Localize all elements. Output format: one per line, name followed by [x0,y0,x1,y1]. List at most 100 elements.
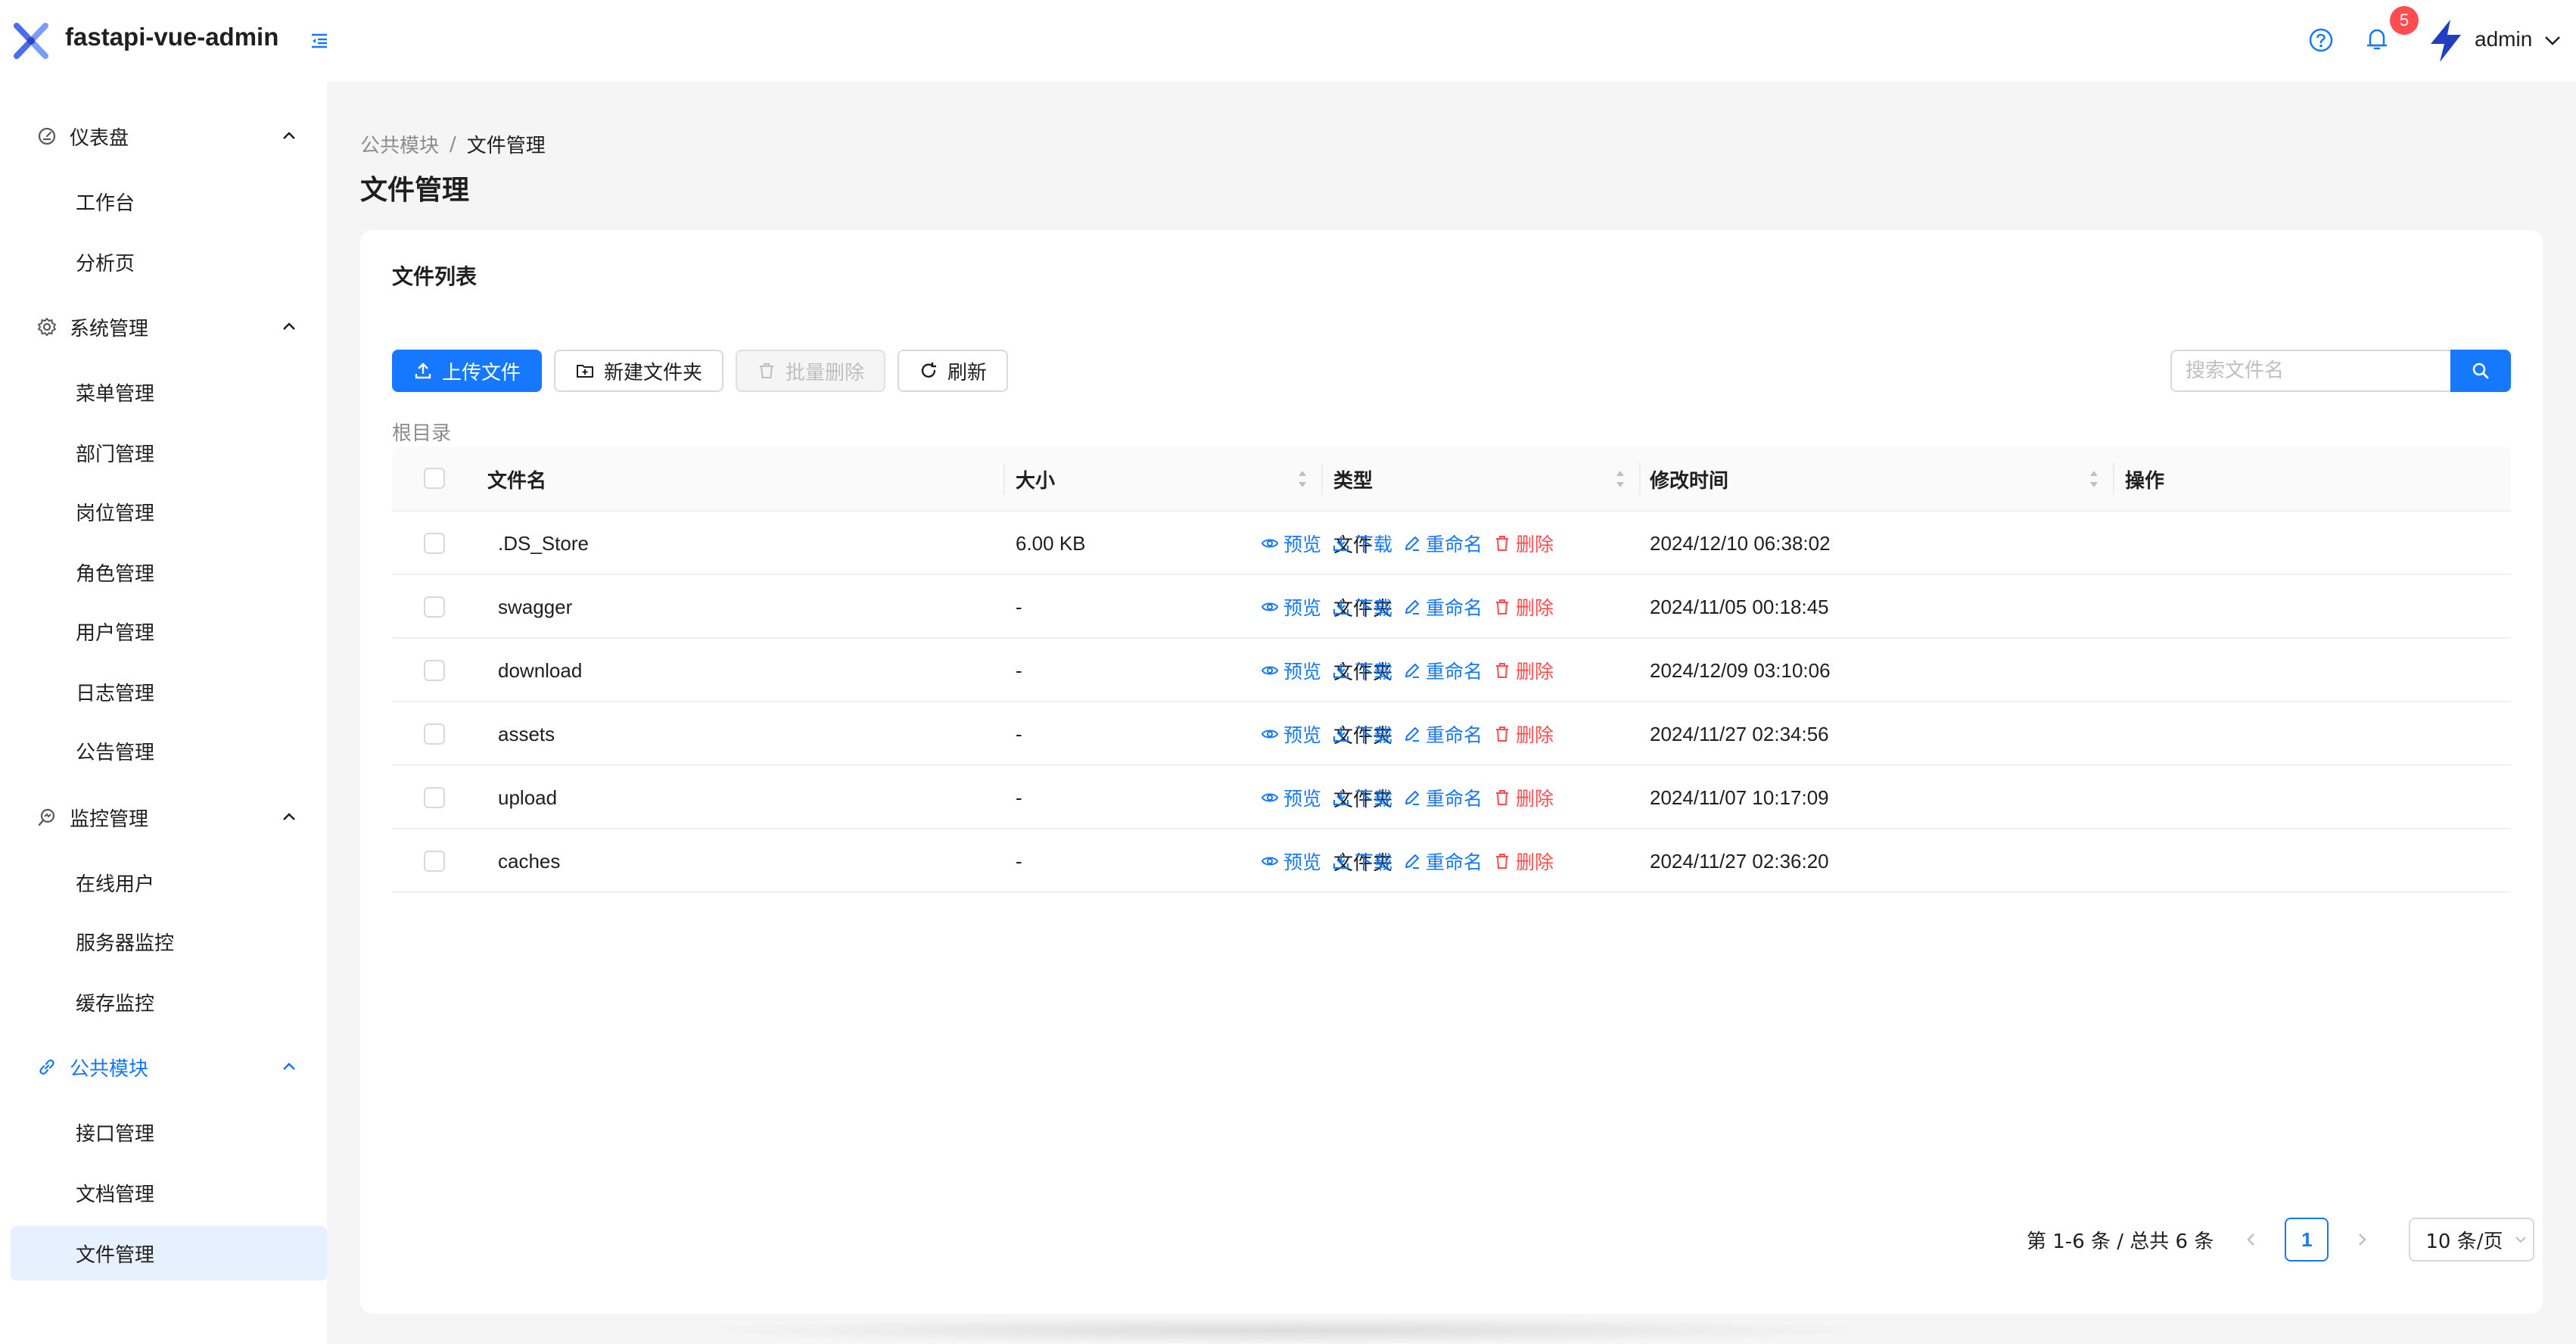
cell-file-name[interactable]: upload [498,766,557,829]
preview-button[interactable]: 预览 [1261,720,1321,748]
row-checkbox[interactable] [424,533,445,554]
sidebar-item-workbench[interactable]: 工作台 [11,174,327,229]
cell-file-name[interactable]: caches [498,829,560,893]
sort-icon[interactable] [1613,468,1627,490]
sidebar: 仪表盘 工作台 分析页 系统管理 菜单管理 部门管理 岗位管理 角色管理 用户管… [0,82,327,1344]
download-label: 下载 [1355,661,1393,683]
delete-button[interactable]: 删除 [1493,593,1554,621]
rename-button[interactable]: 重命名 [1403,593,1482,621]
sidebar-item-user[interactable]: 用户管理 [11,604,327,658]
delete-button[interactable]: 删除 [1493,530,1554,557]
username[interactable]: admin [2475,27,2532,51]
delete-button[interactable]: 删除 [1493,720,1554,748]
sidebar-item-online-users[interactable]: 在线用户 [11,855,327,910]
sidebar-item-position[interactable]: 岗位管理 [11,484,327,539]
sidebar-item-docs[interactable]: 文档管理 [11,1165,327,1220]
sidebar-item-notice[interactable]: 公告管理 [11,723,327,778]
chevron-down-icon[interactable] [2543,30,2562,50]
breadcrumb-parent[interactable]: 公共模块 [360,130,439,158]
download-button[interactable]: 下载 [1332,784,1392,811]
cell-file-name[interactable]: .DS_Store [498,512,589,575]
trash-icon [1496,599,1509,614]
preview-button[interactable]: 预览 [1261,530,1321,557]
refresh-button[interactable]: 刷新 [898,350,1009,392]
table-row[interactable]: upload - 文件夹 2024/11/07 10:17:09 预览 下载 重命名 删除 [392,766,2511,829]
table-row[interactable]: .DS_Store 6.00 KB 文件 2024/12/10 06:38:02 预览下… [392,512,2511,575]
table-row[interactable]: assets - 文件夹 2024/11/27 02:34:56 预览 下载 重命名 删除 [392,702,2511,766]
row-checkbox[interactable] [424,723,445,745]
sidebar-group-dashboard[interactable]: 仪表盘 [0,106,327,166]
avatar[interactable] [2425,18,2467,64]
prev-page-button[interactable] [2236,1224,2266,1255]
rename-button[interactable]: 重命名 [1403,784,1482,811]
preview-button[interactable]: 预览 [1261,593,1321,621]
rename-button[interactable]: 重命名 [1403,530,1482,557]
sidebar-item-role[interactable]: 角色管理 [11,545,327,599]
select-all-checkbox[interactable] [424,468,445,489]
sidebar-group-system[interactable]: 系统管理 [0,297,327,357]
rename-button[interactable]: 重命名 [1403,657,1482,684]
sidebar-item-log[interactable]: 日志管理 [11,664,327,719]
sidebar-item-analysis[interactable]: 分析页 [11,235,327,289]
search-input[interactable] [2170,350,2450,392]
column-header-modified[interactable]: 修改时间 [1650,446,1728,512]
cell-file-size: - [1016,722,1022,745]
preview-button[interactable]: 预览 [1261,657,1321,684]
download-button[interactable]: 下载 [1332,657,1392,684]
help-icon[interactable] [2308,27,2334,53]
row-checkbox[interactable] [424,787,445,808]
sidebar-group-monitor[interactable]: 监控管理 [0,787,327,848]
sidebar-item-server-monitor[interactable]: 服务器监控 [11,914,327,969]
upload-file-button[interactable]: 上传文件 [392,350,543,392]
rename-button[interactable]: 重命名 [1403,848,1482,875]
batch-delete-button[interactable]: 批量删除 [736,350,886,392]
new-folder-button[interactable]: 新建文件夹 [554,350,724,392]
preview-label: 预览 [1283,788,1322,810]
delete-button[interactable]: 删除 [1493,848,1554,875]
refresh-icon [921,362,937,378]
delete-button[interactable]: 删除 [1493,784,1554,811]
sidebar-item-menu[interactable]: 菜单管理 [11,365,327,419]
eye-icon [1261,666,1279,675]
rename-label: 重命名 [1426,661,1483,683]
page-size-select[interactable]: 10 条/页 [2409,1218,2535,1262]
download-button[interactable]: 下载 [1332,593,1392,621]
sidebar-item-cache-monitor[interactable]: 缓存监控 [11,975,327,1029]
download-button[interactable]: 下载 [1332,720,1392,748]
menu-collapse-icon[interactable] [309,30,330,51]
cell-file-name[interactable]: swagger [498,575,572,639]
edit-icon [1405,727,1420,742]
rename-label: 重命名 [1426,534,1483,555]
app-logo-icon[interactable] [11,21,51,61]
sidebar-item-api[interactable]: 接口管理 [11,1105,327,1159]
page-number-button[interactable]: 1 [2285,1218,2329,1262]
download-label: 下载 [1355,534,1393,555]
eye-icon [1261,793,1279,802]
next-page-button[interactable] [2347,1224,2377,1255]
search-button[interactable] [2450,350,2511,392]
rename-button[interactable]: 重命名 [1403,720,1482,748]
table-row[interactable]: swagger - 文件夹 2024/11/05 00:18:45 预览 下载 重命名 删除 [392,575,2511,639]
download-button[interactable]: 下载 [1332,530,1392,557]
column-header-type[interactable]: 类型 [1333,446,1373,512]
row-checkbox[interactable] [424,596,445,618]
sidebar-group-common[interactable]: 公共模块 [0,1037,327,1097]
notification-bell-icon[interactable] [2364,26,2390,53]
sort-icon[interactable] [1296,468,1309,490]
preview-button[interactable]: 预览 [1261,848,1321,875]
cell-file-name[interactable]: download [498,639,582,702]
row-checkbox[interactable] [424,660,445,681]
column-header-size[interactable]: 大小 [1016,446,1055,512]
download-button[interactable]: 下载 [1332,848,1392,875]
row-checkbox[interactable] [424,851,445,872]
sort-icon[interactable] [2087,468,2101,490]
table-row[interactable]: caches - 文件夹 2024/11/27 02:36:20 预览 下载 重命名 删除 [392,829,2511,893]
sidebar-item-files[interactable]: 文件管理 [11,1226,327,1280]
preview-button[interactable]: 预览 [1261,784,1321,811]
current-directory[interactable]: 根目录 [392,418,451,446]
sidebar-item-department[interactable]: 部门管理 [11,425,327,480]
table-row[interactable]: download - 文件夹 2024/12/09 03:10:06 预览 下载 重命名 删除 [392,639,2511,702]
cell-file-name[interactable]: assets [498,702,555,766]
delete-button[interactable]: 删除 [1493,657,1554,684]
delete-label: 删除 [1516,788,1554,810]
